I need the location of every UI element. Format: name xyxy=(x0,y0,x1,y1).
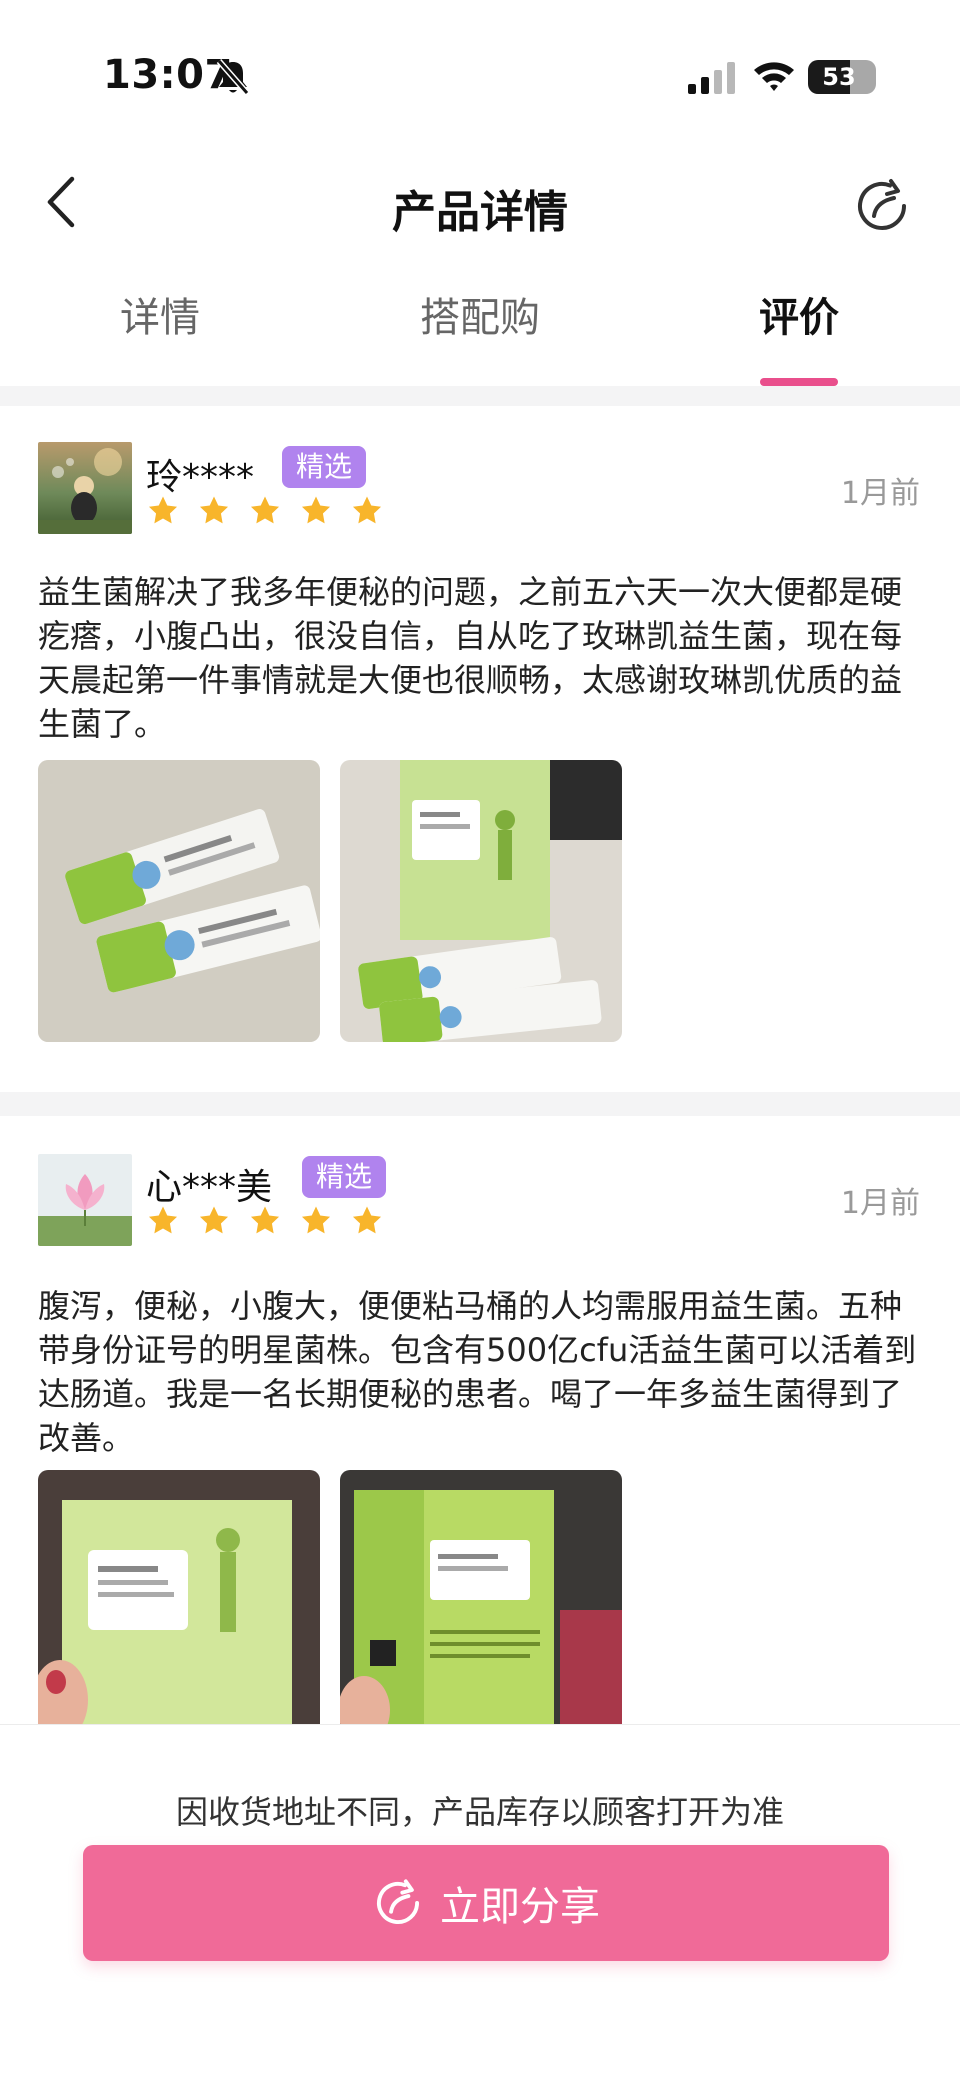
review-card: 心***美 精选 1月前 腹泻，便秘，小腹大，便便粘马桶的人均需服用益生菌。五种… xyxy=(0,1116,960,1752)
review-photo[interactable] xyxy=(38,760,320,1042)
wifi-icon xyxy=(754,62,794,91)
star-icon xyxy=(352,1206,382,1234)
review-photo[interactable] xyxy=(38,1470,320,1752)
avatar xyxy=(38,442,132,534)
star-icon xyxy=(250,496,280,524)
star-icon xyxy=(301,1206,331,1234)
review-time: 1月前 xyxy=(840,1186,920,1221)
star-icon xyxy=(199,1206,229,1234)
review-time: 1月前 xyxy=(840,476,920,511)
review-photo[interactable] xyxy=(340,1470,622,1752)
share-circle-icon xyxy=(858,179,906,230)
star-icon xyxy=(250,1206,280,1234)
tab-bundle[interactable]: 搭配购 xyxy=(380,285,580,343)
featured-badge: 精选 xyxy=(282,446,367,488)
status-bar: 13:07 53 xyxy=(0,0,960,150)
featured-badge: 精选 xyxy=(302,1156,387,1198)
rating-stars xyxy=(146,1204,384,1238)
avatar xyxy=(38,1154,132,1246)
battery-indicator: 53 xyxy=(808,60,876,94)
status-time: 13:07 xyxy=(103,52,233,98)
bell-muted-icon xyxy=(216,59,250,95)
reviewer-name: 心***美 xyxy=(146,1167,273,1208)
battery-level: 53 xyxy=(822,63,856,91)
share-now-button[interactable]: 立即分享 xyxy=(83,1845,889,1961)
review-text: 益生菌解决了我多年便秘的问题，之前五六天一次大便都是硬疙瘩，小腹凸出，很没自信，… xyxy=(38,573,903,743)
reviewer-name: 玲**** xyxy=(146,457,255,498)
rating-stars xyxy=(146,494,384,528)
tab-reviews[interactable]: 评价 xyxy=(699,285,899,343)
tab-bar: 详情 搭配购 评价 xyxy=(0,285,960,386)
bottom-action-panel: 因收货地址不同，产品库存以顾客打开为准 立即分享 xyxy=(0,1724,960,2079)
review-text: 腹泻，便秘，小腹大，便便粘马桶的人均需服用益生菌。五种带身份证号的明星菌株。包含… xyxy=(38,1287,917,1457)
divider xyxy=(0,386,960,406)
share-circle-icon xyxy=(377,1879,420,1924)
cellular-signal-icon xyxy=(688,62,735,94)
share-top-button[interactable] xyxy=(852,176,912,236)
star-icon xyxy=(301,496,331,524)
tab-details[interactable]: 详情 xyxy=(60,285,260,343)
star-icon xyxy=(199,496,229,524)
star-icon xyxy=(148,496,178,524)
page-title: 产品详情 xyxy=(392,187,568,238)
active-tab-indicator xyxy=(760,378,838,386)
star-icon xyxy=(352,496,382,524)
review-photo[interactable] xyxy=(340,760,622,1042)
stock-notice: 因收货地址不同，产品库存以顾客打开为准 xyxy=(175,1793,784,1831)
star-icon xyxy=(148,1206,178,1234)
divider xyxy=(0,1092,960,1116)
review-card: 玲**** 精选 1月前 益生菌解决了我多年便秘的问题，之前五六天一次大便都是硬… xyxy=(0,406,960,1092)
share-button-label: 立即分享 xyxy=(440,1884,600,1930)
